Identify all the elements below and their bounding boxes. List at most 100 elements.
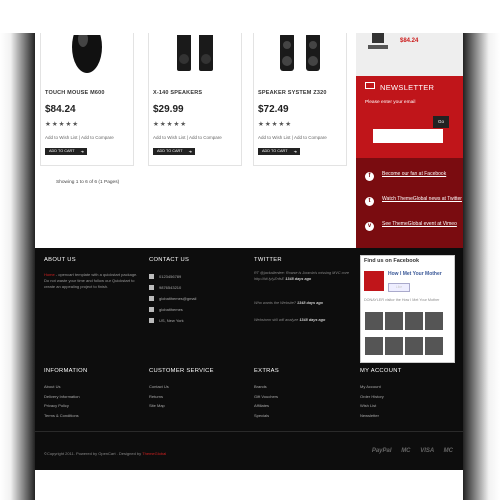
sidebar-product-price: $84.24 bbox=[400, 38, 419, 44]
footer-link[interactable]: Wish List bbox=[360, 403, 402, 413]
footer-link[interactable]: Site Map bbox=[149, 403, 214, 413]
add-to-cart-button[interactable]: ADD TO CART ➜ bbox=[258, 148, 300, 155]
maestro-icon: MC bbox=[443, 448, 453, 454]
compare-link[interactable]: Add to Compare bbox=[189, 135, 222, 140]
contact-fax-value: 9876543210 bbox=[159, 285, 182, 290]
footer-link[interactable]: Brands bbox=[254, 384, 279, 394]
product-links: Add to Wish List | Add to Compare bbox=[153, 135, 222, 140]
footer-link[interactable]: Newsletter bbox=[360, 413, 402, 423]
contact-list: 0123456789 9876543210 globalthemes@gmail… bbox=[149, 274, 196, 329]
social-twitter-label[interactable]: Watch ThemeGlobal news at Twitter bbox=[382, 196, 462, 203]
footer-col-information: INFORMATION About Us Delivery Informatio… bbox=[44, 368, 87, 422]
page-background-right bbox=[463, 0, 500, 500]
product-name[interactable]: X-140 SPEAKERS bbox=[153, 90, 202, 96]
footer-link[interactable]: Gift Vouchers bbox=[254, 394, 279, 404]
footer-link[interactable]: My Account bbox=[360, 384, 402, 394]
pagination-results: Showing 1 to 6 of 6 (1 Pages) bbox=[56, 180, 120, 185]
copyright-text: ©Copyright 2011. Powered by OpenCart . D… bbox=[44, 451, 143, 456]
add-to-cart-button[interactable]: ADD TO CART ➜ bbox=[153, 148, 195, 155]
sidebar-product: $84.24 bbox=[356, 33, 463, 76]
avatar[interactable] bbox=[425, 337, 443, 355]
product-name[interactable]: SPEAKER SYSTEM Z320 bbox=[258, 90, 327, 96]
vimeo-icon: v bbox=[365, 222, 374, 231]
avatar[interactable] bbox=[385, 312, 403, 330]
product-links: Add to Wish List | Add to Compare bbox=[45, 135, 114, 140]
cart-label: ADD TO CART bbox=[262, 149, 288, 153]
top-band bbox=[0, 0, 500, 33]
tweet-time: 1348 days ago bbox=[297, 301, 323, 305]
speakers-image[interactable] bbox=[165, 35, 225, 75]
facebook-page-logo[interactable] bbox=[364, 271, 384, 291]
footer-link[interactable]: Contact Us bbox=[149, 384, 214, 394]
product-thumbnail[interactable] bbox=[366, 33, 390, 51]
contact-phone: 0123456789 bbox=[149, 274, 196, 285]
product-card: TOUCH MOUSE M600 $84.24 ★★★★★ Add to Wis… bbox=[40, 33, 134, 166]
page-background-left bbox=[0, 0, 35, 500]
contact-address: US, New York bbox=[149, 318, 196, 329]
about-brand[interactable]: Home bbox=[44, 272, 55, 277]
wishlist-link[interactable]: Add to Wish List bbox=[45, 135, 78, 140]
tweet-time: 1348 days ago bbox=[299, 318, 326, 322]
social-vimeo-label[interactable]: See ThemeGlobal event at Vimeo bbox=[382, 221, 462, 228]
visa-icon: VISA bbox=[420, 448, 434, 454]
facebook-icon: f bbox=[365, 172, 374, 181]
compare-link[interactable]: Add to Compare bbox=[294, 135, 327, 140]
avatar[interactable] bbox=[405, 312, 423, 330]
avatar[interactable] bbox=[365, 312, 383, 330]
cart-label: ADD TO CART bbox=[49, 149, 75, 153]
page-content: TOUCH MOUSE M600 $84.24 ★★★★★ Add to Wis… bbox=[35, 33, 463, 470]
mouse-image[interactable] bbox=[57, 35, 117, 75]
product-grid: TOUCH MOUSE M600 $84.24 ★★★★★ Add to Wis… bbox=[35, 33, 356, 248]
newsletter-box: NEWSLETTER Please enter your email Go bbox=[356, 76, 463, 158]
newsletter-email-input[interactable] bbox=[373, 129, 443, 143]
contact-us-heading: CONTACT US bbox=[149, 257, 190, 263]
footer-col-heading: CUSTOMER SERVICE bbox=[149, 368, 214, 374]
designer-link[interactable]: ThemeGlobal bbox=[142, 451, 166, 456]
contact-email-value[interactable]: globalthemes@gmail bbox=[159, 296, 196, 301]
product-card: X-140 SPEAKERS $29.99 ★★★★★ Add to Wish … bbox=[148, 33, 242, 166]
footer-link[interactable]: Privacy Policy bbox=[44, 403, 87, 413]
arrow-right-icon: ➜ bbox=[80, 149, 84, 154]
newsletter-title: NEWSLETTER bbox=[380, 83, 435, 92]
about-us-text: Home - opencart template with a quicksta… bbox=[44, 272, 139, 290]
newsletter-label: Please enter your email bbox=[365, 100, 416, 105]
social-links: f Become our fan at Facebook t Watch The… bbox=[356, 158, 463, 248]
copyright: ©Copyright 2011. Powered by OpenCart . D… bbox=[44, 451, 166, 456]
payment-icons: PayPal MC VISA MC bbox=[364, 448, 453, 454]
avatar[interactable] bbox=[405, 337, 423, 355]
add-to-cart-button[interactable]: ADD TO CART ➜ bbox=[45, 148, 87, 155]
footer-link[interactable]: Affiliates bbox=[254, 403, 279, 413]
wishlist-link[interactable]: Add to Wish List bbox=[258, 135, 291, 140]
facebook-like-button[interactable]: Like bbox=[388, 283, 410, 292]
footer-link[interactable]: Returns bbox=[149, 394, 214, 404]
tweet-time: 1348 days ago bbox=[285, 277, 312, 281]
speaker-system-image[interactable] bbox=[270, 35, 330, 75]
footer-link[interactable]: About Us bbox=[44, 384, 87, 394]
footer-link[interactable]: Specials bbox=[254, 413, 279, 423]
tweet: RT @jackallenlee: Rowse is Joomla's miss… bbox=[254, 270, 350, 282]
tweet: Who wants the Website? 1348 days ago bbox=[254, 300, 350, 306]
social-facebook-label[interactable]: Become our fan at Facebook bbox=[382, 171, 462, 178]
product-price: $84.24 bbox=[45, 104, 76, 115]
newsletter-go-button[interactable]: Go bbox=[433, 116, 449, 128]
footer-col-heading: MY ACCOUNT bbox=[360, 368, 402, 374]
wishlist-link[interactable]: Add to Wish List bbox=[153, 135, 186, 140]
envelope-icon bbox=[365, 82, 375, 89]
footer-link[interactable]: Delivery Information bbox=[44, 394, 87, 404]
product-name[interactable]: TOUCH MOUSE M600 bbox=[45, 90, 105, 96]
avatar[interactable] bbox=[425, 312, 443, 330]
avatar[interactable] bbox=[385, 337, 403, 355]
footer-link[interactable]: Order History bbox=[360, 394, 402, 404]
avatar[interactable] bbox=[365, 337, 383, 355]
twitter-heading: TWITTER bbox=[254, 257, 282, 263]
footer-col-heading: INFORMATION bbox=[44, 368, 88, 374]
footer-link[interactable]: Terms & Conditions bbox=[44, 413, 87, 423]
compare-link[interactable]: Add to Compare bbox=[81, 135, 114, 140]
about-description: - opencart template with a quickstart pa… bbox=[44, 272, 138, 289]
facebook-widget-title: Find us on Facebook bbox=[364, 258, 420, 264]
facebook-page-name[interactable]: How I Met Your Mother bbox=[388, 271, 442, 277]
product-card: SPEAKER SYSTEM Z320 $72.49 ★★★★★ Add to … bbox=[253, 33, 347, 166]
product-price: $29.99 bbox=[153, 104, 184, 115]
arrow-right-icon: ➜ bbox=[293, 149, 297, 154]
footer-col-heading: EXTRAS bbox=[254, 368, 279, 374]
